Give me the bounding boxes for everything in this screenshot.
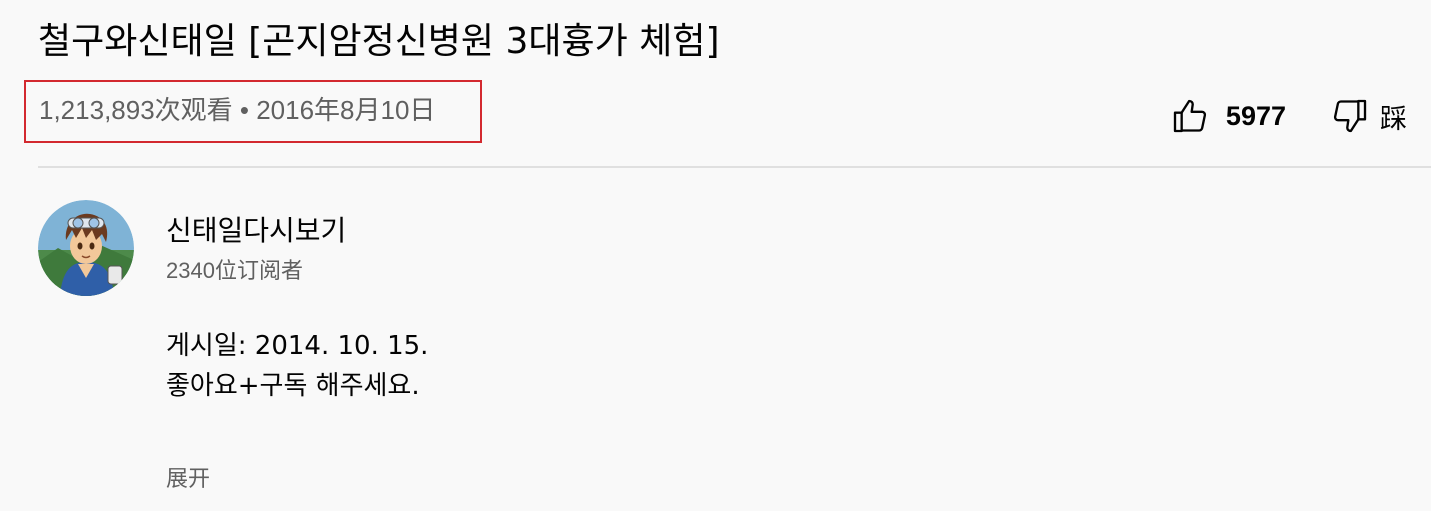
like-button[interactable]: 5977 — [1170, 96, 1286, 136]
channel-avatar[interactable] — [38, 200, 134, 296]
video-title: 철구와신태일 [곤지암정신병원 3대흉가 체험] — [38, 21, 720, 62]
video-actions: 5977 踩 — [1170, 92, 1407, 140]
thumbs-up-icon — [1170, 96, 1210, 136]
subscriber-count: 2340位订阅者 — [166, 258, 303, 283]
like-count: 5977 — [1225, 100, 1286, 131]
divider — [38, 166, 1431, 168]
video-description: 게시일: 2014. 10. 15. 좋아요+구독 해주세요. — [166, 326, 428, 406]
view-count-and-date: 1,213,893次观看 • 2016年8月10日 — [39, 95, 436, 125]
description-line: 좋아요+구독 해주세요. — [166, 371, 420, 401]
thumbs-down-icon — [1330, 96, 1370, 136]
expand-description-button[interactable]: 展开 — [166, 464, 210, 494]
description-line: 게시일: 2014. 10. 15. — [166, 331, 429, 361]
dislike-label: 踩 — [1380, 103, 1407, 134]
dislike-button[interactable]: 踩 — [1330, 96, 1407, 136]
channel-name[interactable]: 신태일다시보기 — [166, 212, 346, 250]
